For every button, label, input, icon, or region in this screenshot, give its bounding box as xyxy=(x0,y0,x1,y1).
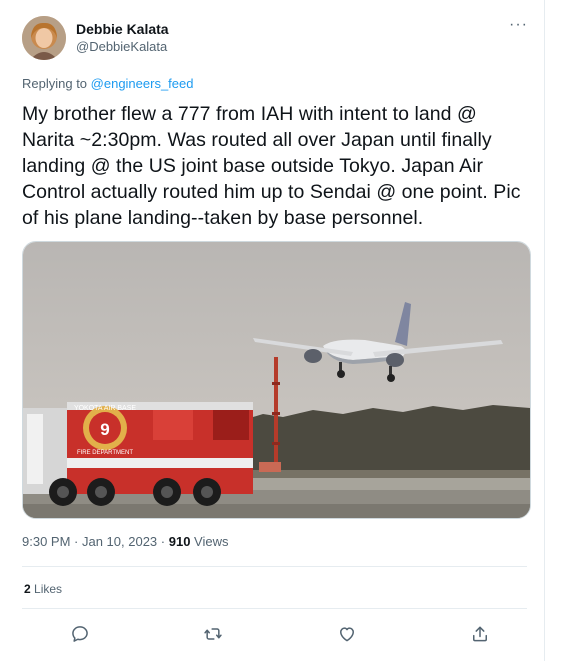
plane-landing-photo: YOKOTA AIR BASE 9 FIRE DEPARTMENT xyxy=(23,242,530,518)
share-icon xyxy=(472,626,487,642)
replying-to-link[interactable]: @engineers_feed xyxy=(91,76,194,91)
reply-icon xyxy=(72,626,88,642)
avatar-image xyxy=(22,16,66,60)
tweet-time[interactable]: 9:30 PM xyxy=(22,534,70,549)
likes-count: 2 xyxy=(24,582,31,596)
meta-separator-2: · xyxy=(157,534,169,549)
tweet-card: Debbie Kalata @DebbieKalata ··· Replying… xyxy=(0,0,545,661)
divider xyxy=(22,566,527,567)
meta-separator-1: · xyxy=(70,534,82,549)
tweet-text: My brother flew a 777 from IAH with inte… xyxy=(22,103,521,229)
like-icon xyxy=(339,627,354,642)
author-display-name[interactable]: Debbie Kalata xyxy=(76,20,169,38)
avatar[interactable] xyxy=(22,16,66,60)
author-names: Debbie Kalata @DebbieKalata xyxy=(76,20,169,56)
action-bar xyxy=(60,620,500,648)
views-label: Views xyxy=(190,534,229,549)
truck-text-top: YOKOTA AIR BASE xyxy=(74,405,136,412)
tweet-date[interactable]: Jan 10, 2023 xyxy=(82,534,157,549)
likes-count-link[interactable]: 2 Likes xyxy=(24,582,62,596)
retweet-icon xyxy=(204,628,222,640)
retweet-button[interactable] xyxy=(193,620,233,648)
divider xyxy=(22,608,527,609)
views-count: 910 xyxy=(168,534,191,549)
author-handle[interactable]: @DebbieKalata xyxy=(76,38,169,56)
fire-truck: YOKOTA AIR BASE 9 FIRE DEPARTMENT xyxy=(23,402,253,506)
more-options-icon[interactable]: ··· xyxy=(509,16,528,34)
truck-number: 9 xyxy=(100,420,109,439)
tweet-header: Debbie Kalata @DebbieKalata ··· xyxy=(22,16,528,60)
share-button[interactable] xyxy=(460,620,500,648)
truck-text-bottom: FIRE DEPARTMENT xyxy=(77,450,133,456)
tweet-meta: 9:30 PM · Jan 10, 2023 · 910 Views xyxy=(22,534,229,549)
tweet-photo[interactable]: YOKOTA AIR BASE 9 FIRE DEPARTMENT xyxy=(22,241,531,519)
replying-to-prefix: Replying to xyxy=(22,76,91,91)
reply-button[interactable] xyxy=(60,620,100,648)
replying-to: Replying to @engineers_feed xyxy=(22,76,193,91)
like-button[interactable] xyxy=(327,620,367,648)
likes-label: Likes xyxy=(30,582,63,596)
